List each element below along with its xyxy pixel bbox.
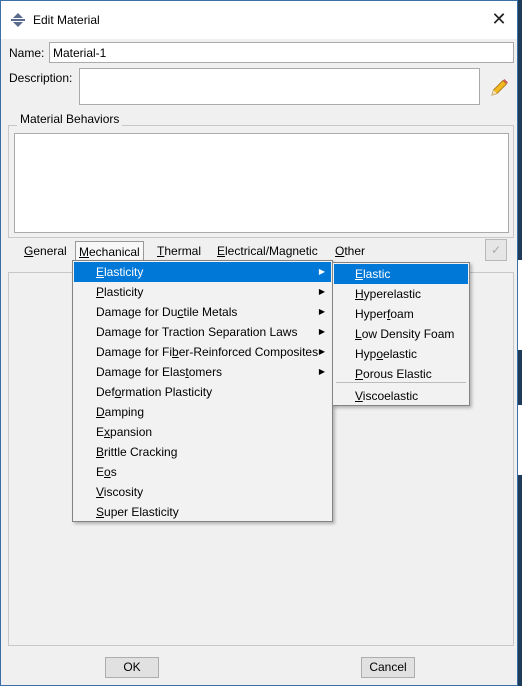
name-label: Name: — [9, 46, 45, 60]
name-field[interactable] — [49, 42, 514, 63]
submenu-item-porous-elastic[interactable]: Porous Elastic — [334, 364, 468, 384]
menu-mechanical[interactable]: Mechanical — [75, 241, 144, 261]
submenu-arrow-icon: ▶ — [318, 327, 325, 336]
material-behaviors-title: Material Behaviors — [17, 112, 123, 126]
menu-item-plasticity[interactable]: Plasticity ▶ — [74, 282, 331, 302]
submenu-item-hyperelastic[interactable]: Hyperelastic — [334, 284, 468, 304]
submenu-arrow-icon: ▶ — [318, 267, 325, 276]
menu-item-super-elasticity[interactable]: Super Elasticity — [74, 502, 331, 522]
pencil-edit-icon[interactable] — [487, 76, 511, 100]
submenu-arrow-icon: ▶ — [318, 307, 325, 316]
submenu-arrow-icon: ▶ — [318, 347, 325, 356]
menu-item-damage-for-ductile-metals[interactable]: Damage for Ductile Metals ▶ — [74, 302, 331, 322]
elasticity-submenu: Elastic Hyperelastic Hyperfoam Low Density … — [332, 262, 470, 406]
submenu-item-hypoelastic[interactable]: Hypoelastic — [334, 344, 468, 364]
cancel-button[interactable]: Cancel — [361, 657, 415, 678]
menu-other[interactable]: Other — [332, 244, 368, 258]
ok-button[interactable]: OK — [105, 657, 159, 678]
menu-item-damping[interactable]: Damping — [74, 402, 331, 422]
submenu-arrow-icon: ▶ — [318, 287, 325, 296]
submenu-item-elastic[interactable]: Elastic — [334, 264, 468, 284]
background-window-edge — [518, 260, 522, 350]
description-field[interactable] — [79, 68, 480, 105]
menu-item-deformation-plasticity[interactable]: Deformation Plasticity — [74, 382, 331, 402]
menu-item-damage-for-fiber-reinforced-composites[interactable]: Damage for Fiber-Reinforced Composites ▶ — [74, 342, 331, 362]
background-window-edge — [518, 405, 522, 475]
menu-item-brittle-cracking[interactable]: Brittle Cracking — [74, 442, 331, 462]
menu-item-elasticity[interactable]: Elasticity ▶ — [74, 262, 331, 282]
window-title: Edit Material — [33, 13, 100, 27]
menu-item-viscosity[interactable]: Viscosity — [74, 482, 331, 502]
menu-item-damage-for-traction-separation-laws[interactable]: Damage for Traction Separation Laws ▶ — [74, 322, 331, 342]
menu-item-damage-for-elastomers[interactable]: Damage for Elastomers ▶ — [74, 362, 331, 382]
menu-general[interactable]: General — [21, 244, 70, 258]
menu-thermal[interactable]: Thermal — [154, 244, 204, 258]
menu-electrical-magnetic[interactable]: Electrical/Magnetic — [214, 244, 321, 258]
menu-item-eos[interactable]: Eos — [74, 462, 331, 482]
submenu-item-hyperfoam[interactable]: Hyperfoam — [334, 304, 468, 324]
checkmark-icon[interactable]: ✓ — [485, 239, 507, 261]
submenu-arrow-icon: ▶ — [318, 367, 325, 376]
material-behaviors-list[interactable] — [14, 133, 509, 233]
mechanical-dropdown-menu: Elasticity ▶ Plasticity ▶ Damage for Ductile… — [72, 260, 333, 522]
submenu-item-low-density-foam[interactable]: Low Density Foam — [334, 324, 468, 344]
menu-item-expansion[interactable]: Expansion — [74, 422, 331, 442]
abaqus-app-icon — [11, 13, 25, 27]
description-label: Description: — [9, 71, 73, 85]
submenu-item-viscoelastic[interactable]: Viscoelastic — [334, 386, 468, 406]
close-icon[interactable]: ✕ — [489, 9, 509, 29]
menu-separator — [336, 382, 466, 383]
title-bar[interactable]: Edit Material ✕ — [1, 1, 517, 39]
